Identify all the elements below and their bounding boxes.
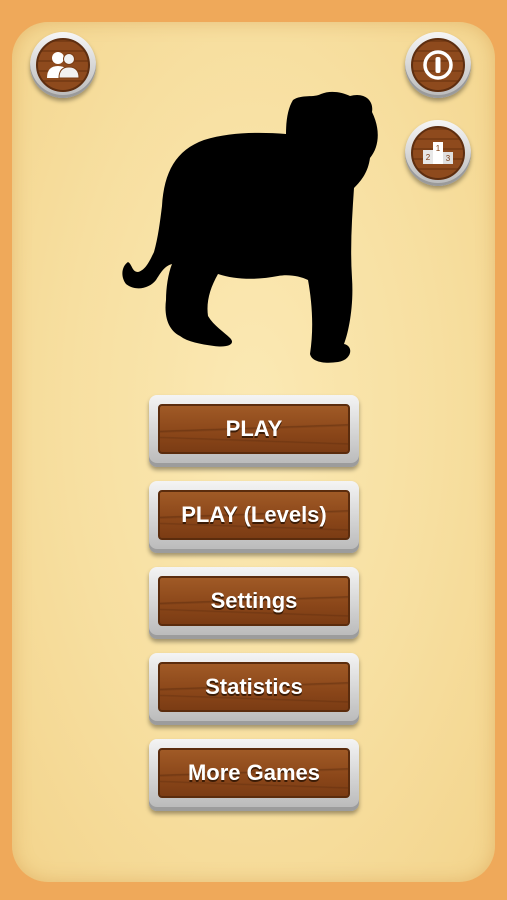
play-button[interactable]: PLAY [149, 395, 359, 467]
statistics-button-label: Statistics [205, 674, 303, 699]
play-button-label: PLAY [225, 416, 283, 441]
info-icon [411, 38, 465, 92]
podium-third-label: 3 [446, 154, 451, 163]
animal-silhouette [122, 91, 378, 363]
info-button[interactable] [405, 32, 471, 98]
leaderboard-podium-icon: 1 2 3 [411, 126, 465, 180]
settings-button-label: Settings [210, 588, 298, 613]
leaderboard-button[interactable]: 1 2 3 [405, 120, 471, 186]
play-levels-button[interactable]: PLAY (Levels) [149, 481, 359, 553]
podium-second-label: 2 [426, 153, 431, 162]
more-games-button[interactable]: More Games [149, 739, 359, 811]
multiplayer-icon [36, 38, 90, 92]
app-frame: 1 2 3 PLAY PLAY (Levels) Settings Statis… [0, 0, 507, 900]
multiplayer-button[interactable] [30, 32, 96, 98]
play-levels-button-label: PLAY (Levels) [181, 502, 327, 527]
statistics-button[interactable]: Statistics [149, 653, 359, 725]
settings-button[interactable]: Settings [149, 567, 359, 639]
podium-first-label: 1 [436, 144, 441, 153]
more-games-button-label: More Games [187, 760, 321, 785]
